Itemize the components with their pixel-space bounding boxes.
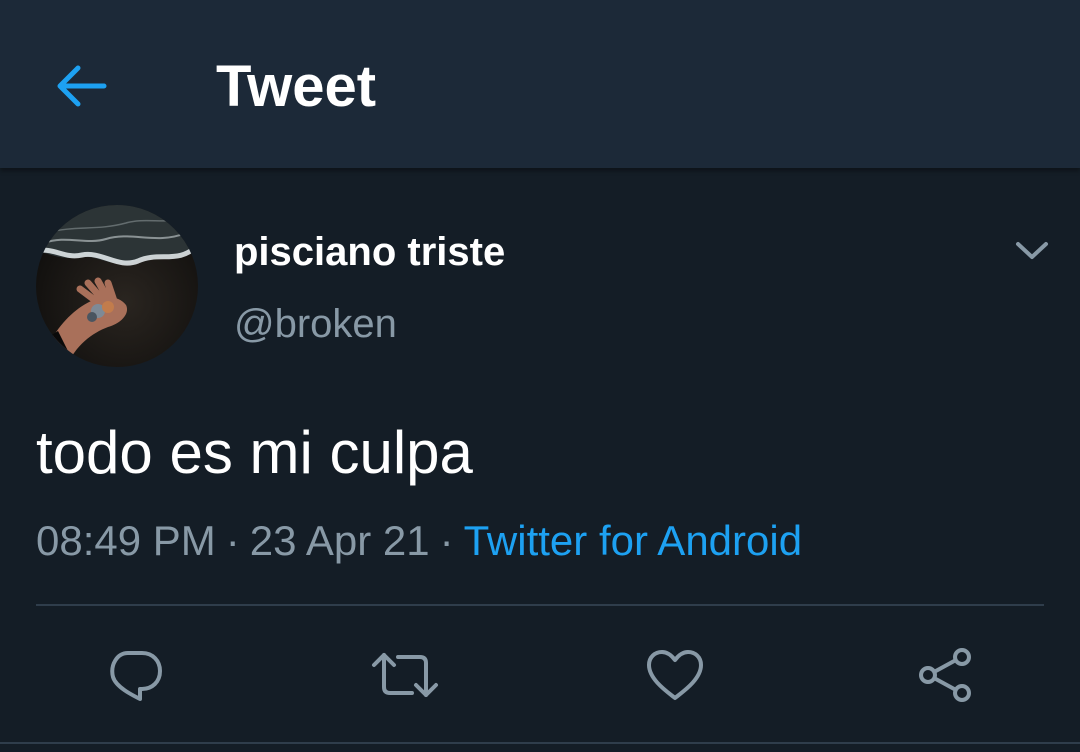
bottom-divider xyxy=(0,742,1080,744)
like-icon xyxy=(647,650,703,700)
reply-icon xyxy=(110,651,162,701)
retweet-button[interactable] xyxy=(370,640,440,710)
author-handle: @broken xyxy=(234,302,397,346)
back-button[interactable] xyxy=(50,56,114,116)
tweet-menu-button[interactable] xyxy=(1008,226,1056,274)
like-button[interactable] xyxy=(640,640,710,710)
page-title: Tweet xyxy=(216,54,377,119)
avatar[interactable] xyxy=(36,205,198,367)
tweet-source-link[interactable]: Twitter for Android xyxy=(464,517,802,564)
avatar-image xyxy=(36,205,198,367)
tweet-time: 08:49 PM xyxy=(36,517,216,564)
retweet-icon xyxy=(372,653,438,697)
divider xyxy=(36,604,1044,606)
meta-separator: · xyxy=(439,517,454,564)
app-header: Tweet xyxy=(0,0,1080,168)
tweet-date: 23 Apr 21 xyxy=(249,517,430,564)
arrow-left-icon xyxy=(57,65,107,107)
share-icon xyxy=(919,648,971,702)
chevron-down-icon xyxy=(1016,242,1048,259)
tweet-detail-screen: Tweet pisciano triste @broken todo es mi… xyxy=(0,0,1080,752)
share-button[interactable] xyxy=(910,640,980,710)
tweet-meta: 08:49 PM · 23 Apr 21 · Twitter for Android xyxy=(36,516,802,566)
author-display-name[interactable]: pisciano triste xyxy=(234,228,505,276)
meta-separator: · xyxy=(225,517,240,564)
tweet-text: todo es mi culpa xyxy=(36,419,473,486)
reply-button[interactable] xyxy=(100,640,170,710)
